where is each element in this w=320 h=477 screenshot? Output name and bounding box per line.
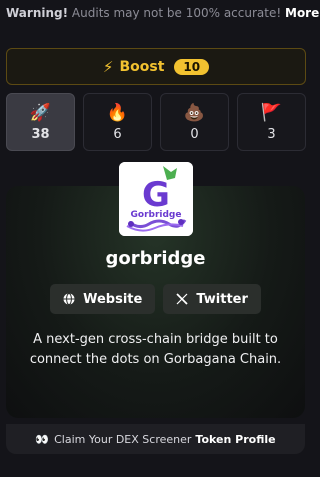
social-links: Website Twitter [6,284,305,314]
warning-text: Audits may not be 100% accurate! [71,6,282,20]
boost-label: Boost [119,58,165,75]
reaction-count: 0 [190,126,199,142]
claim-prefix: Claim Your DEX Screener [54,432,192,446]
reaction-rocket-button[interactable]: 🚀 38 [6,93,75,151]
website-label: Website [83,291,143,307]
poop-icon: 💩 [183,102,206,123]
more-link[interactable]: More. [285,6,320,20]
reaction-fire-button[interactable]: 🔥 6 [83,93,152,151]
red-flag-icon: 🚩 [260,102,283,123]
claim-bold: Token Profile [195,432,276,446]
lightning-icon: ⚡ [102,57,114,76]
reaction-bar: 🚀 38 🔥 6 💩 0 🚩 3 [6,93,306,151]
twitter-label: Twitter [196,291,248,307]
token-name: gorbridge [105,248,206,269]
gorbridge-logo-icon: G Gorbridge [119,162,193,236]
warning-label: Warning! [6,6,69,20]
boost-button[interactable]: ⚡ Boost 10 [6,48,306,85]
audit-warning: Warning! Audits may not be 100% accurate… [6,6,320,20]
twitter-button[interactable]: Twitter [163,284,261,314]
boost-count-badge: 10 [174,58,210,75]
reaction-poop-button[interactable]: 💩 0 [160,93,229,151]
token-logo: G Gorbridge [119,162,193,236]
reaction-count: 38 [31,126,50,142]
website-button[interactable]: Website [50,284,156,314]
logo-text: Gorbridge [131,210,182,220]
reaction-red-flag-button[interactable]: 🚩 3 [237,93,306,151]
reaction-count: 3 [267,126,276,142]
token-description: A next-gen cross-chain bridge built to c… [29,332,282,367]
logo-letter: G [142,175,170,215]
reaction-count: 6 [113,126,122,142]
x-logo-icon [176,293,188,305]
rocket-icon: 🚀 [29,102,52,123]
fire-icon: 🔥 [106,102,129,123]
claim-token-profile-button[interactable]: 👀 Claim Your DEX Screener Token Profile [6,424,305,454]
eyes-icon: 👀 [35,432,50,446]
globe-icon [63,293,75,305]
